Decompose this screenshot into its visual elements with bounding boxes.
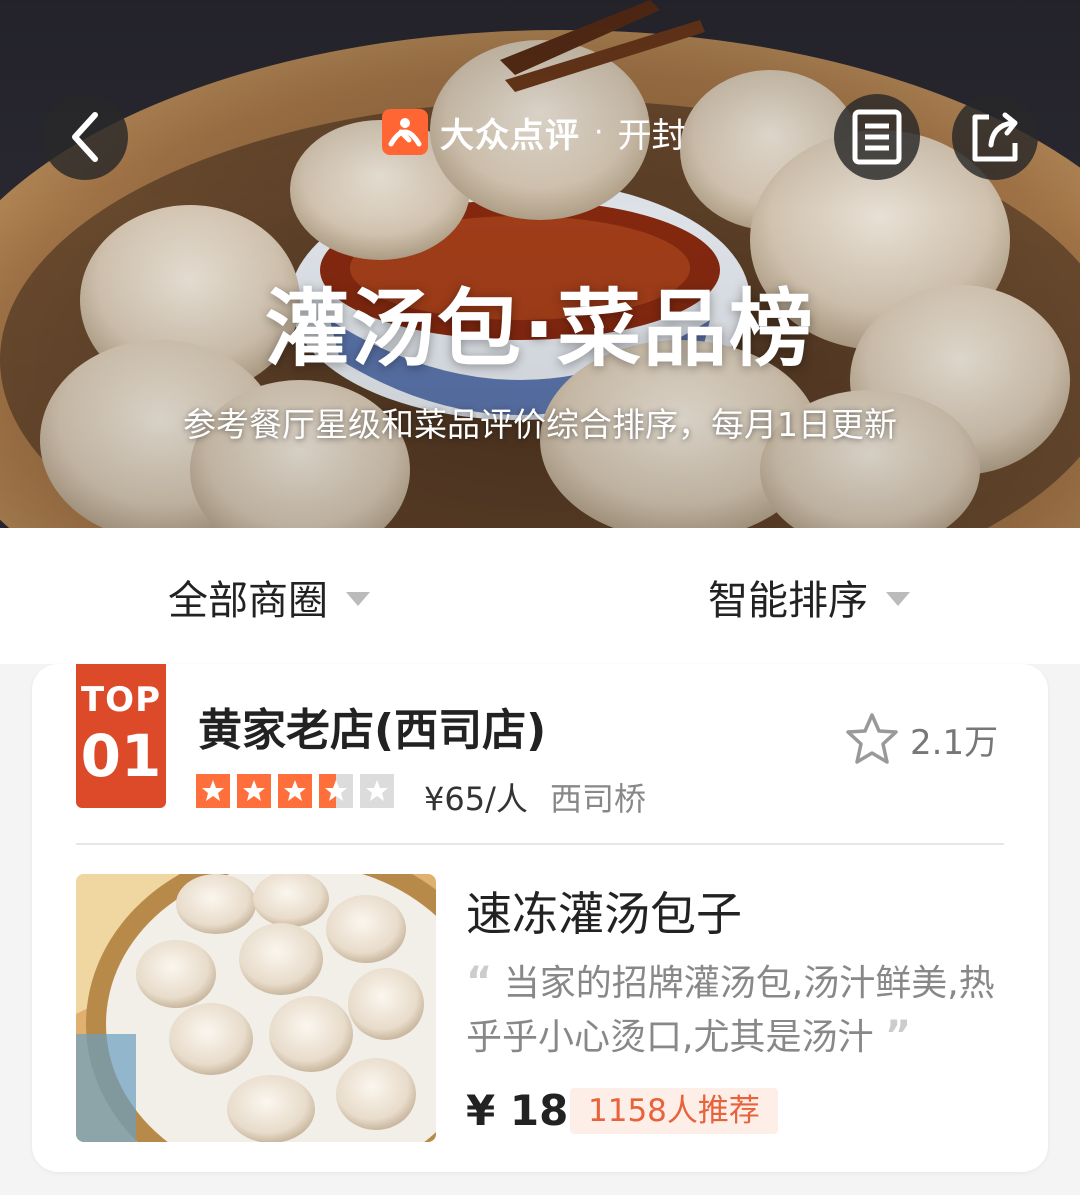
star-icon	[196, 774, 230, 808]
filter-bar: 全部商圈 智能排序	[0, 528, 1080, 664]
favorite-count: 2.1万	[910, 722, 999, 763]
star-icon	[278, 774, 312, 808]
brand-separator: ·	[594, 114, 604, 150]
dish-review-quote: “ 当家的招牌灌汤包,汤汁鲜美,热乎乎小心烫口,尤其是汤汁 ”	[466, 956, 1006, 1064]
sort-label: 智能排序	[708, 578, 868, 624]
price-per-person: ¥65/人	[424, 780, 528, 818]
close-quote-icon: ”	[884, 1013, 912, 1059]
area-filter-dropdown[interactable]: 全部商圈	[168, 568, 370, 626]
rank-prefix: TOP	[80, 680, 161, 720]
share-icon	[972, 112, 1018, 162]
caret-down-icon	[886, 592, 910, 606]
rank-badge: TOP 01	[76, 664, 166, 808]
star-outline-icon	[846, 713, 898, 764]
back-button[interactable]	[42, 94, 128, 180]
rank-number: 01	[80, 722, 162, 790]
page-subtitle: 参考餐厅星级和菜品评价综合排序，每月1日更新	[183, 405, 897, 444]
chevron-left-icon	[72, 112, 98, 162]
page-title: 灌汤包·菜品榜	[265, 280, 815, 378]
share-button[interactable]	[952, 94, 1038, 180]
open-quote-icon: “	[466, 959, 493, 1005]
star-icon	[237, 774, 271, 808]
dish-ranking-page: 大众点评 · 开封 灌汤包·菜品榜 参考餐厅星级和菜品评价综合排序，每月1日更新	[0, 0, 1080, 1195]
caret-down-icon	[346, 592, 370, 606]
favorite-button[interactable]: 2.1万	[844, 712, 998, 766]
dianping-logo-icon	[382, 109, 428, 155]
recommend-badge: 1158人推荐	[570, 1088, 778, 1134]
shop-name[interactable]: 黄家老店(西司店)	[198, 694, 546, 758]
brand-name: 大众点评	[440, 115, 580, 156]
rating-stars	[196, 774, 401, 808]
list-button[interactable]	[834, 94, 920, 180]
list-icon	[852, 109, 902, 165]
city-name[interactable]: 开封	[618, 108, 686, 157]
brand-header: 大众点评 · 开封	[382, 108, 686, 156]
hero-banner: 大众点评 · 开封 灌汤包·菜品榜 参考餐厅星级和菜品评价综合排序，每月1日更新	[0, 0, 1080, 528]
star-half-icon	[319, 774, 353, 808]
card-divider	[76, 843, 1004, 845]
dish-price: ¥ 18	[466, 1086, 569, 1135]
dish-photo[interactable]	[76, 874, 436, 1142]
sort-dropdown[interactable]: 智能排序	[708, 568, 910, 626]
area-filter-label: 全部商圈	[168, 578, 328, 624]
dish-review-text: 当家的招牌灌汤包,汤汁鲜美,热乎乎小心烫口,尤其是汤汁	[466, 963, 995, 1058]
dish-name[interactable]: 速冻灌汤包子	[466, 878, 742, 944]
star-empty-icon	[360, 774, 394, 808]
shop-area: 西司桥	[550, 780, 647, 818]
